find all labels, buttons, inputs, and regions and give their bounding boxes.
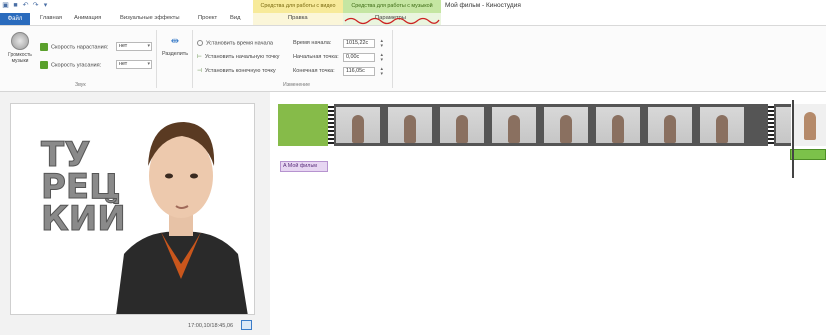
set-start-time-button[interactable]: Установить время начала — [197, 40, 273, 46]
divider — [192, 30, 193, 88]
tab-edit-video[interactable]: Правка — [288, 15, 308, 21]
end-point-input[interactable]: 116,05с ▴ ▾ — [343, 67, 383, 76]
person-photo — [116, 122, 248, 314]
sprocket-strip — [768, 104, 774, 146]
clock-icon — [197, 40, 203, 46]
start-point-label: Начальная точка: — [293, 54, 339, 60]
group-label-editing: Изменение — [283, 82, 310, 88]
ribbon-panel: Громкость музыки Скорость нарастания: не… — [0, 26, 826, 92]
start-time-input[interactable]: 1015,22с ▴ ▾ — [343, 39, 383, 48]
music-volume-label: Громкость музыки — [8, 52, 32, 64]
split-icon: ⇹ — [170, 36, 180, 47]
preview-timecode: 17:00,10/18:45,06 — [188, 323, 234, 329]
end-point-label: Конечная точка: — [293, 68, 335, 74]
video-frame — [388, 107, 432, 143]
tab-file[interactable]: Файл — [0, 13, 30, 25]
fade-out-label: Скорость угасания: — [40, 61, 101, 69]
volume-icon — [11, 32, 29, 50]
start-point-icon: ⊢ — [197, 54, 202, 60]
video-frame — [596, 107, 640, 143]
title-card-clip[interactable] — [278, 104, 328, 146]
title-bar: ▣ ■ ↶ ↷ ▾ Средства для работы с видео Ср… — [0, 0, 826, 13]
fade-out-dropdown[interactable]: нет ▾ — [116, 60, 152, 69]
film-icon[interactable]: ▣ — [2, 2, 9, 9]
caption-clip[interactable]: A Мой фильм — [280, 161, 328, 172]
ribbon-tabs: Файл Главная Анимация Визуальные эффекты… — [0, 13, 826, 26]
set-end-point-button[interactable]: ⊣ Установить конечную точку — [197, 68, 276, 74]
split-button[interactable]: ⇹ Разделить — [160, 36, 190, 72]
video-frame — [336, 107, 380, 143]
group-label-sound: Звук — [75, 82, 86, 88]
tab-animation[interactable]: Анимация — [74, 15, 101, 21]
video-clip-filmstrip[interactable] — [328, 104, 791, 146]
app-title: Мой фильм - Киностудия — [445, 2, 521, 9]
save-icon[interactable]: ■ — [12, 2, 19, 9]
set-start-point-button[interactable]: ⊢ Установить начальную точку — [197, 54, 279, 60]
video-frame — [700, 107, 744, 143]
fade-in-dropdown[interactable]: нет ▾ — [116, 42, 152, 51]
fade-out-icon — [40, 61, 48, 69]
spin-arrows-icon[interactable]: ▴ ▾ — [380, 39, 383, 49]
spin-arrows-icon[interactable]: ▴ ▾ — [380, 53, 383, 63]
video-frame — [492, 107, 536, 143]
quick-access-toolbar: ▣ ■ ↶ ↷ ▾ — [2, 2, 49, 9]
split-label: Разделить — [161, 51, 189, 57]
redo-icon[interactable]: ↷ — [32, 2, 39, 9]
divider — [156, 30, 157, 88]
fade-in-icon — [40, 43, 48, 51]
tab-view[interactable]: Вид — [230, 15, 241, 21]
end-point-icon: ⊣ — [197, 68, 202, 74]
divider — [392, 30, 393, 88]
playhead[interactable] — [792, 100, 794, 178]
music-track-clip[interactable] — [790, 149, 826, 160]
dropdown-icon[interactable]: ▾ — [42, 2, 49, 9]
sprocket-strip — [328, 104, 334, 146]
video-frame — [544, 107, 588, 143]
next-video-clip[interactable] — [793, 104, 826, 146]
context-video-tools: Средства для работы с видео — [253, 0, 343, 13]
fade-in-label: Скорость нарастания: — [40, 43, 108, 51]
context-music-tools: Средства для работы с музыкой — [343, 0, 441, 13]
video-frame — [776, 107, 791, 143]
spin-arrows-icon[interactable]: ▴ ▾ — [380, 67, 383, 77]
start-time-label: Время начала: — [293, 40, 332, 46]
undo-icon[interactable]: ↶ — [22, 2, 29, 9]
tab-home[interactable]: Главная — [40, 15, 62, 21]
tab-project[interactable]: Проект — [198, 15, 217, 21]
video-preview: ТУ РЕЦ КИЙ — [10, 103, 255, 315]
chevron-down-icon: ▾ — [147, 43, 150, 49]
video-frame — [648, 107, 692, 143]
start-point-input[interactable]: 0,00с ▴ ▾ — [343, 53, 383, 62]
video-frame — [440, 107, 484, 143]
music-volume-button[interactable]: Громкость музыки — [6, 32, 34, 70]
tab-visual-effects[interactable]: Визуальные эффекты — [120, 15, 180, 21]
red-scribble-annotation — [344, 17, 440, 25]
fullscreen-icon[interactable] — [241, 320, 252, 330]
chevron-down-icon: ▾ — [147, 61, 150, 67]
